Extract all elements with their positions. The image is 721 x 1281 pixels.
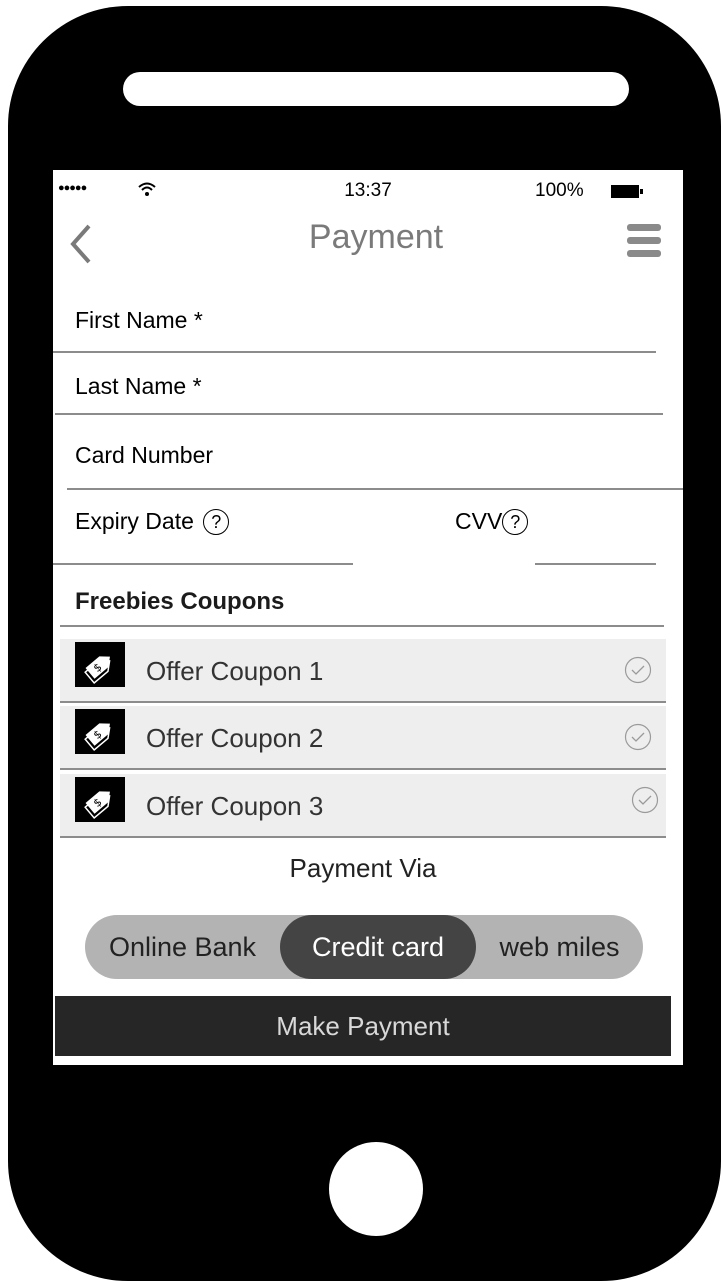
- status-bar: ●●●●● 13:37 100%: [53, 178, 683, 204]
- check-circle-icon[interactable]: [631, 786, 659, 814]
- coupon-row-divider: [60, 836, 666, 838]
- hamburger-menu-icon[interactable]: [627, 224, 661, 258]
- card-number-field[interactable]: Card Number: [75, 442, 213, 469]
- expiry-help-icon[interactable]: ?: [203, 509, 230, 535]
- last-name-field[interactable]: Last Name *: [75, 373, 202, 400]
- first-name-field[interactable]: First Name *: [75, 307, 203, 334]
- check-circle-icon[interactable]: [624, 723, 652, 751]
- app-screen: ●●●●● 13:37 100% Payment First Name * La…: [53, 170, 683, 1065]
- battery-tip: [640, 189, 643, 194]
- coupon-row-3[interactable]: $ Offer Coupon 3: [60, 774, 666, 838]
- expiry-date-field[interactable]: Expiry Date ?: [75, 508, 230, 535]
- cvv-field[interactable]: CVV?: [455, 508, 529, 535]
- payment-option-web-miles[interactable]: web miles: [476, 915, 643, 979]
- coupon-label: Offer Coupon 3: [146, 791, 324, 821]
- status-time: 13:37: [344, 180, 392, 201]
- coupon-label: Offer Coupon 2: [146, 723, 324, 753]
- battery-icon: [611, 185, 639, 198]
- coupons-section-title: Freebies Coupons: [75, 588, 285, 615]
- coupon-tag-icon: $: [75, 777, 125, 822]
- cvv-label: CVV: [455, 508, 503, 534]
- expiry-date-label: Expiry Date: [75, 508, 194, 534]
- payment-via-label: Payment Via: [289, 853, 437, 883]
- home-button[interactable]: [329, 1142, 423, 1236]
- expiry-date-underline: [53, 563, 353, 565]
- make-payment-button[interactable]: Make Payment: [55, 996, 671, 1056]
- last-name-underline: [55, 413, 663, 415]
- page-title: Payment: [308, 218, 444, 256]
- coupon-tag-icon: $: [75, 709, 125, 754]
- payment-option-online-bank[interactable]: Online Bank: [85, 915, 280, 979]
- payment-method-selector: Online Bank Credit card web miles: [85, 915, 643, 979]
- coupon-tag-icon: $: [75, 642, 125, 687]
- check-circle-icon[interactable]: [624, 656, 652, 684]
- cvv-underline: [535, 563, 656, 565]
- card-number-underline: [67, 488, 683, 490]
- first-name-underline: [53, 351, 656, 353]
- battery-percentage: 100%: [535, 180, 584, 201]
- coupon-row-2[interactable]: $ Offer Coupon 2: [60, 706, 666, 770]
- coupon-row-divider: [60, 768, 666, 770]
- cvv-help-icon[interactable]: ?: [502, 509, 529, 535]
- coupons-title-underline: [60, 625, 664, 627]
- phone-speaker: [123, 72, 629, 106]
- payment-option-credit-card[interactable]: Credit card: [280, 915, 476, 979]
- coupon-label: Offer Coupon 1: [146, 656, 324, 686]
- coupon-row-divider: [60, 701, 666, 703]
- coupon-row-1[interactable]: $ Offer Coupon 1: [60, 639, 666, 703]
